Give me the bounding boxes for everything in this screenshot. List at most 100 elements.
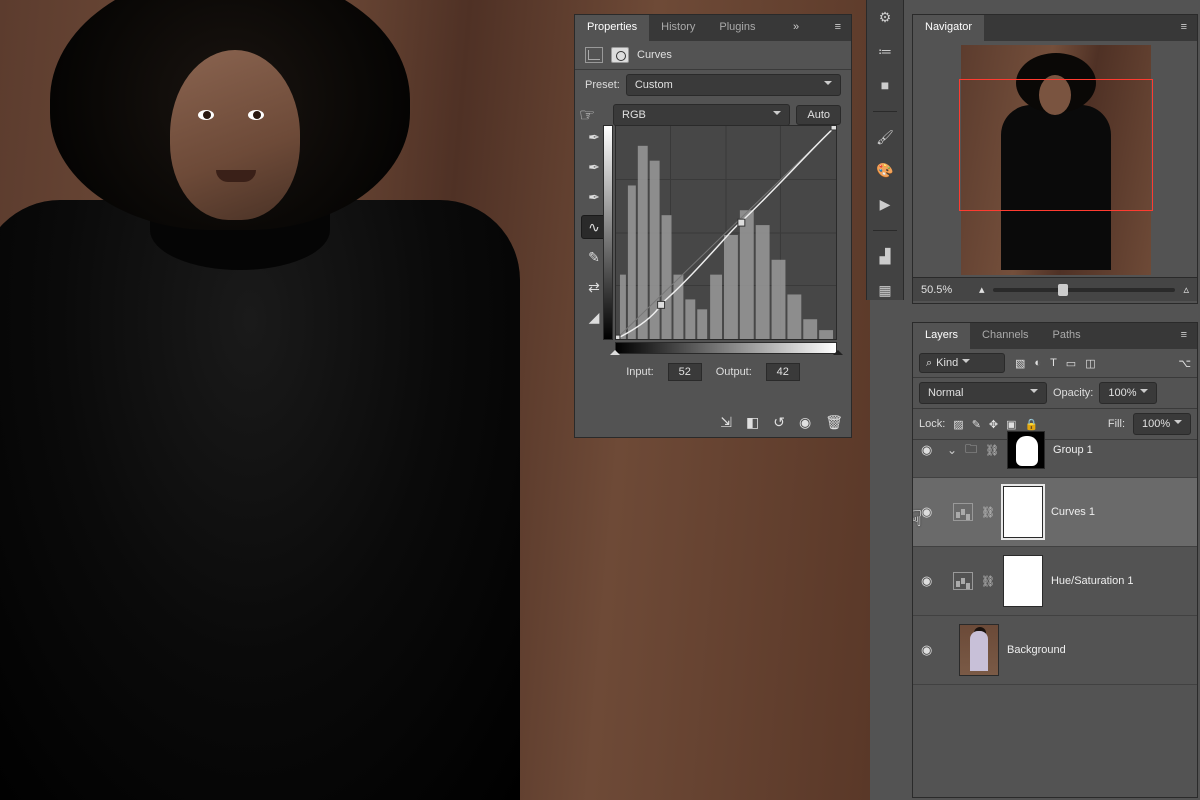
opacity-select[interactable]: 100% [1099, 382, 1157, 404]
visibility-toggle-icon[interactable]: ◉ [921, 504, 932, 520]
tab-paths[interactable]: Paths [1041, 323, 1093, 349]
input-label: Input: [626, 366, 654, 378]
visibility-toggle-icon[interactable]: ◉ [921, 442, 932, 458]
link-icon[interactable]: ⛓ [981, 575, 995, 588]
group-mask-thumbnail[interactable] [1007, 431, 1045, 469]
preset-select[interactable]: Custom [626, 74, 841, 96]
photo-subject [0, 0, 540, 800]
channel-select[interactable]: RGB [613, 104, 790, 126]
curves-svg [616, 126, 836, 339]
tab-channels[interactable]: Channels [970, 323, 1040, 349]
reset-icon[interactable]: ↺ [773, 414, 785, 431]
preset-label: Preset: [585, 79, 620, 91]
blend-mode-select[interactable]: Normal [919, 382, 1047, 404]
right-dock: ⚙ ≔ ■ 🖌 🎨 ▶ ▟ ▦ [866, 0, 904, 300]
hue-sat-layer-icon [953, 572, 973, 590]
output-label: Output: [716, 366, 752, 378]
mask-icon[interactable] [611, 47, 629, 63]
properties-footer: ⇲ ◧ ↺ ◉ 🗑 [720, 414, 843, 431]
tab-layers[interactable]: Layers [913, 323, 970, 349]
search-icon: ⌕ [926, 357, 932, 370]
toggle-visibility-icon[interactable]: ◉ [799, 414, 811, 431]
navigator-panel: Navigator ≡ 50.5% ▴ ▵ [912, 14, 1198, 304]
filter-type-icon[interactable]: T [1050, 357, 1057, 370]
zoom-out-icon[interactable]: ▴ [979, 283, 985, 296]
blend-mode-value: Normal [928, 387, 963, 399]
layer-name[interactable]: Curves 1 [1051, 506, 1095, 518]
curves-graph[interactable] [615, 125, 837, 340]
layer-background[interactable]: ◉ Background [913, 616, 1197, 685]
zoom-slider[interactable] [993, 288, 1176, 292]
preset-value: Custom [635, 79, 673, 91]
filter-shape-icon[interactable]: ▭ [1066, 357, 1076, 370]
chevron-down-icon [824, 78, 832, 92]
actions-dock-icon[interactable]: ▶ [872, 195, 898, 215]
curves-adjustment-icon [585, 47, 603, 63]
input-gradient [615, 342, 837, 354]
tab-history[interactable]: History [649, 15, 707, 41]
color-dock-icon[interactable]: 🎨 [872, 161, 898, 181]
folder-icon: 🗀 [965, 440, 977, 461]
swatches-dock-icon[interactable]: ■ [872, 75, 898, 95]
chevron-down-icon [1140, 386, 1148, 400]
layer-group[interactable]: ◉ ⌄ 🗀 ⛓ Group 1 [913, 423, 1197, 478]
opacity-value: 100% [1108, 387, 1136, 399]
group-collapse-icon[interactable]: ⌄ [947, 443, 957, 457]
clip-to-layer-icon[interactable]: ⇲ [720, 414, 732, 431]
layers-panel: Layers Channels Paths ≡ ⌕ Kind ▧ ◐ T ▭ ◫… [912, 322, 1198, 798]
trash-icon[interactable]: 🗑 [825, 414, 843, 431]
properties-tabbar: Properties History Plugins » ≡ [575, 15, 851, 41]
link-icon[interactable]: ⛓ [981, 506, 995, 519]
brush-dock-icon[interactable]: 🖌 [872, 127, 898, 147]
visibility-toggle-icon[interactable]: ◉ [921, 573, 932, 589]
filter-smart-icon[interactable]: ◫ [1085, 357, 1095, 370]
tab-properties[interactable]: Properties [575, 15, 649, 41]
properties-panel: Properties History Plugins » ≡ Curves Pr… [574, 14, 852, 438]
layer-curves[interactable]: ◉ ⛓ Curves 1 ☟ [913, 478, 1197, 547]
output-value-field[interactable]: 42 [766, 363, 800, 381]
layer-list: ◉ ⌄ 🗀 ⛓ Group 1 ◉ ⛓ Curves 1 ☟ ◉ ⛓ Hue/S… [913, 423, 1197, 797]
link-icon[interactable]: ⛓ [985, 444, 999, 457]
chevron-down-icon [773, 108, 781, 122]
zoom-in-icon[interactable]: ▵ [1183, 283, 1189, 296]
zoom-value[interactable]: 50.5% [921, 284, 971, 296]
view-previous-icon[interactable]: ◧ [746, 414, 759, 431]
navigator-view-frame[interactable] [959, 79, 1153, 211]
zoom-slider-knob[interactable] [1058, 284, 1068, 296]
chevron-down-icon [1030, 386, 1038, 400]
panel-menu-icon[interactable]: ≡ [1171, 323, 1197, 349]
white-point-slider[interactable] [833, 345, 843, 355]
panel-menu-icon[interactable]: ≡ [825, 15, 851, 41]
layer-filter-select[interactable]: ⌕ Kind [919, 353, 1005, 373]
chevron-down-icon [962, 356, 970, 370]
auto-button[interactable]: Auto [796, 105, 841, 125]
tab-plugins[interactable]: Plugins [707, 15, 767, 41]
input-value-field[interactable]: 52 [668, 363, 702, 381]
adjustment-type-label: Curves [637, 49, 672, 61]
opacity-label: Opacity: [1053, 387, 1093, 399]
layer-mask-thumbnail[interactable] [1003, 555, 1043, 607]
panel-collapse-icon[interactable]: » [783, 15, 809, 41]
layer-name[interactable]: Background [1007, 644, 1066, 656]
layer-name[interactable]: Group 1 [1053, 444, 1093, 456]
visibility-toggle-icon[interactable]: ◉ [921, 642, 932, 658]
panel-menu-icon[interactable]: ≡ [1171, 15, 1197, 41]
filter-pixel-icon[interactable]: ▧ [1015, 357, 1025, 370]
layer-hue-saturation[interactable]: ◉ ⛓ Hue/Saturation 1 [913, 547, 1197, 616]
layer-thumbnail[interactable] [959, 624, 999, 676]
filter-toggle-icon[interactable]: ⌥ [1178, 357, 1191, 370]
info-dock-icon[interactable]: ▦ [872, 280, 898, 300]
layer-name[interactable]: Hue/Saturation 1 [1051, 575, 1134, 587]
tab-navigator[interactable]: Navigator [913, 15, 984, 41]
curves-layer-icon [953, 503, 973, 521]
filter-kind-label: Kind [936, 357, 958, 369]
filter-adjustment-icon[interactable]: ◐ [1034, 357, 1041, 370]
channel-value: RGB [622, 109, 646, 121]
clone-source-dock-icon[interactable]: ▟ [872, 247, 898, 267]
output-gradient [603, 125, 613, 340]
targeted-adjustment-icon[interactable]: ☞ [579, 105, 595, 126]
layer-mask-thumbnail[interactable] [1003, 486, 1043, 538]
adjustments-dock-icon[interactable]: ⚙ [872, 8, 898, 28]
black-point-slider[interactable] [610, 345, 620, 355]
libraries-dock-icon[interactable]: ≔ [872, 42, 898, 62]
